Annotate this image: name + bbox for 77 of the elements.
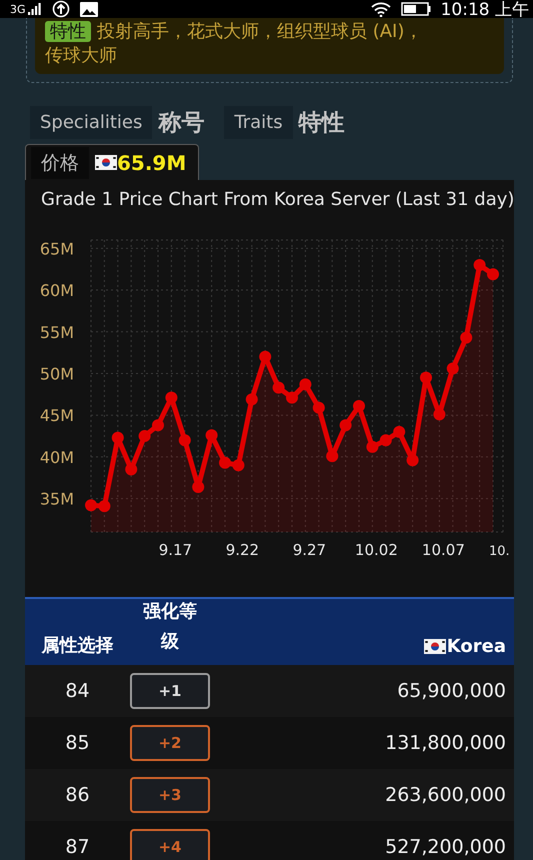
x-axis-label: 10. <box>489 544 510 559</box>
table-cell-text: 131,800,000 <box>384 732 507 754</box>
data-point <box>460 332 472 344</box>
data-point <box>85 499 97 512</box>
section-title: 特性 <box>298 108 345 138</box>
data-point <box>380 434 392 446</box>
data-point <box>487 268 499 280</box>
data-point <box>393 426 406 438</box>
chart-title: Grade 1 Price Chart From Korea Server (Last 31 day) <box>40 188 514 210</box>
grade-badge: +4 <box>130 829 210 860</box>
table-cell-text: 263,600,000 <box>384 784 507 806</box>
x-axis-label: 10.07 <box>422 541 465 559</box>
section-button[interactable]: Traits <box>224 106 293 138</box>
data-point <box>406 454 419 466</box>
data-point <box>206 429 218 442</box>
table-cell-text: 87 <box>64 836 91 858</box>
signal-icon <box>28 3 42 15</box>
price-tab[interactable]: 价格 65.9M <box>25 144 200 180</box>
wifi-icon <box>370 2 391 16</box>
data-point <box>420 372 432 384</box>
column-header: Korea <box>446 636 506 657</box>
data-point <box>259 350 272 363</box>
y-axis-label: 60M <box>40 281 74 300</box>
table-cell-text: 86 <box>64 784 91 806</box>
y-axis-label: 55M <box>40 322 74 342</box>
data-point <box>219 456 231 469</box>
section-button[interactable]: Specialities <box>30 106 152 138</box>
flag-icon <box>424 639 446 654</box>
data-point <box>446 362 459 374</box>
section-title: 称号 <box>158 108 204 138</box>
data-point <box>246 393 258 406</box>
data-point <box>152 419 164 432</box>
data-point <box>353 400 365 412</box>
trait-list: 传球大师 <box>45 45 117 66</box>
column-header: 强化等级 <box>142 600 198 654</box>
grade-badge: +1 <box>130 673 210 709</box>
x-axis-label: 9.27 <box>292 541 326 559</box>
table-cell-text: 85 <box>64 732 91 754</box>
y-axis-label: 65M <box>40 239 74 258</box>
data-point <box>366 440 378 453</box>
y-axis-label: 40M <box>40 448 74 467</box>
data-point <box>433 408 446 420</box>
data-point <box>326 450 338 462</box>
x-axis-label: 10.02 <box>354 541 398 559</box>
data-point <box>312 402 325 414</box>
x-axis-label: 9.22 <box>226 541 260 559</box>
x-axis-label: 9.17 <box>158 541 192 559</box>
data-point <box>272 382 285 394</box>
data-point <box>299 378 312 390</box>
y-axis-label: 45M <box>40 406 74 426</box>
data-point <box>286 392 298 404</box>
table-cell-text: 65,900,000 <box>396 680 507 702</box>
y-axis-label: 35M <box>40 490 74 509</box>
grade-badge: +2 <box>130 725 210 761</box>
data-point <box>474 259 486 272</box>
data-point <box>98 500 110 512</box>
trait-list: 投射高手，花式大师，组织型球员 (AI)， <box>97 21 422 42</box>
table-cell-text: 84 <box>64 680 91 702</box>
data-point <box>232 459 244 472</box>
data-point <box>125 463 138 476</box>
y-axis-label: 50M <box>40 364 74 384</box>
battery-icon <box>400 2 431 16</box>
grade-badge: +3 <box>130 777 210 813</box>
data-point <box>340 419 352 432</box>
data-point <box>138 430 151 442</box>
data-point <box>165 392 178 404</box>
flag-icon <box>95 155 117 170</box>
network-label: 3G <box>10 2 26 16</box>
column-header: 属性选择 <box>40 634 114 657</box>
data-point <box>178 434 191 446</box>
price-value: 65.9M <box>117 150 186 174</box>
data-point <box>192 480 204 493</box>
table-cell-text: 527,200,000 <box>384 836 507 858</box>
clock-time: 10:18 上午 <box>440 0 529 20</box>
trait-badge: 特性 <box>45 21 91 42</box>
data-point <box>112 432 124 444</box>
upload-icon <box>52 0 70 18</box>
